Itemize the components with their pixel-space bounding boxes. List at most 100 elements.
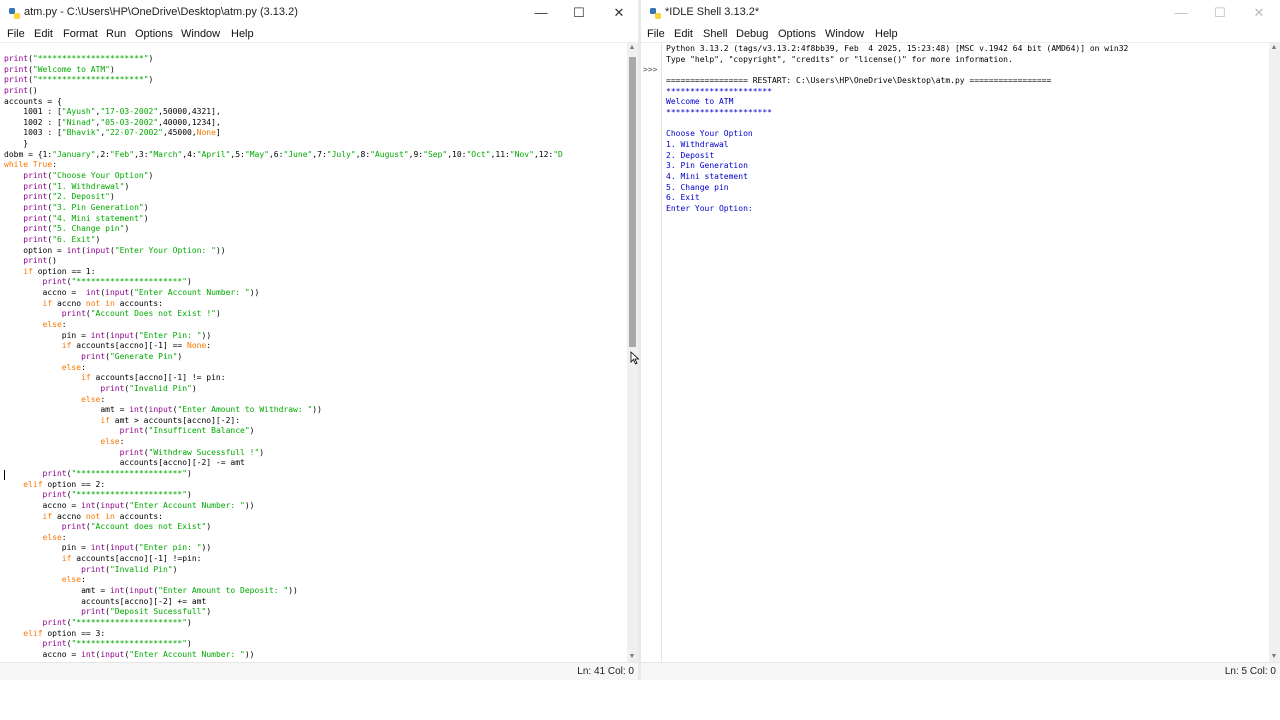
- menu-debug[interactable]: Debug: [736, 28, 768, 40]
- code-line: print(): [4, 85, 38, 95]
- code-line: amt = int(input("Enter Amount to Deposit…: [4, 586, 298, 596]
- code-line: print("Withdraw Sucessfull !"): [119, 447, 265, 457]
- shell-prompt-gutter: >>>: [641, 43, 662, 662]
- menu-options[interactable]: Options: [135, 28, 173, 40]
- code-line: accno = int(input("Enter Account Number:…: [4, 649, 255, 659]
- code-line: 1003 : ["Bhavik","22-07-2002",45000,None…: [4, 128, 221, 138]
- code-line: print("**********************"): [42, 490, 192, 500]
- menu-options[interactable]: Options: [778, 28, 816, 40]
- close-button[interactable]: ✕: [1240, 0, 1278, 26]
- code-line: elif option == 2:: [23, 479, 106, 489]
- menu-help[interactable]: Help: [231, 28, 254, 40]
- shell-blank-line: [666, 65, 1266, 76]
- code-line: print("5. Change pin"): [23, 224, 130, 234]
- scroll-thumb[interactable]: [629, 57, 636, 347]
- code-line: if accounts[accno][-1] !=pin:: [61, 554, 202, 564]
- maximize-button[interactable]: ☐: [560, 0, 598, 26]
- shell-vertical-scrollbar[interactable]: ▲ ▼: [1269, 43, 1280, 662]
- code-line: if accno not in accounts:: [42, 511, 163, 521]
- code-line: print("Account Does not Exist !"): [61, 309, 221, 319]
- scroll-down-arrow-icon[interactable]: ▼: [1269, 652, 1279, 662]
- code-line: else:: [100, 437, 125, 447]
- shell-banner-line: Python 3.13.2 (tags/v3.13.2:4f8bb39, Feb…: [666, 44, 1129, 53]
- menu-window[interactable]: Window: [825, 28, 864, 40]
- code-line: 1001 : ["Ayush","17-03-2002",50000,4321]…: [4, 107, 221, 117]
- shell-prompt: >>>: [643, 65, 658, 74]
- menu-separator: [0, 42, 638, 43]
- scroll-up-arrow-icon[interactable]: ▲: [1269, 43, 1279, 53]
- menu-edit[interactable]: Edit: [34, 28, 53, 40]
- editor-titlebar[interactable]: atm.py - C:\Users\HP\OneDrive\Desktop\at…: [0, 0, 638, 26]
- code-line: option = int(input("Enter Your Option: "…: [4, 245, 226, 255]
- code-line: print("**********************"): [42, 277, 192, 287]
- menu-run[interactable]: Run: [106, 28, 126, 40]
- editor-statusbar: Ln: 41 Col: 0: [0, 662, 638, 680]
- code-line: print("Invalid Pin"): [81, 564, 178, 574]
- code-line: print("**********************"): [42, 468, 192, 478]
- shell-menubar: File Edit Shell Debug Options Window Hel…: [641, 26, 1280, 42]
- menu-format[interactable]: Format: [63, 28, 98, 40]
- code-line: else:: [61, 575, 86, 585]
- shell-output-line: 3. Pin Generation: [666, 161, 748, 171]
- code-line: else:: [42, 532, 67, 542]
- close-button[interactable]: ✕: [600, 0, 638, 26]
- code-line: if accounts[accno][-1] != pin:: [81, 373, 226, 383]
- code-line: amt = int(input("Enter Amount to Withdra…: [4, 405, 322, 415]
- shell-output-line: 2. Deposit: [666, 150, 715, 160]
- shell-output-line: 6. Exit: [666, 193, 700, 203]
- menu-file[interactable]: File: [7, 28, 25, 40]
- shell-output[interactable]: Python 3.13.2 (tags/v3.13.2:4f8bb39, Feb…: [666, 44, 1266, 215]
- code-editor[interactable]: print("**********************") print("We…: [4, 54, 624, 661]
- code-line: accno = int(input("Enter Account Number:…: [4, 500, 255, 510]
- code-line: print("Choose Your Option"): [23, 171, 154, 181]
- minimize-button[interactable]: —: [522, 0, 560, 26]
- shell-output-line: 5. Change pin: [666, 182, 729, 192]
- menu-window[interactable]: Window: [181, 28, 220, 40]
- code-line: print("2. Deposit"): [23, 192, 115, 202]
- menu-edit[interactable]: Edit: [674, 28, 693, 40]
- code-line: print("Invalid Pin"): [100, 383, 197, 393]
- code-line: else:: [81, 394, 106, 404]
- menu-shell[interactable]: Shell: [703, 28, 727, 40]
- code-line: print("Account does not Exist"): [61, 522, 212, 532]
- text-caret: [4, 470, 5, 480]
- shell-output-line: Welcome to ATM: [666, 97, 734, 107]
- shell-titlebar[interactable]: *IDLE Shell 3.13.2* — ☐ ✕: [641, 0, 1280, 26]
- code-line: print("6. Exit"): [23, 234, 101, 244]
- code-line: print("Deposit Sucessfull"): [81, 607, 212, 617]
- menu-separator: [641, 42, 1280, 43]
- code-line: print("**********************"): [42, 639, 192, 649]
- shell-statusbar: Ln: 5 Col: 0: [641, 662, 1280, 680]
- code-line: print("**********************"): [4, 54, 154, 63]
- code-line: dobm = {1:"January",2:"Feb",3:"March",4:…: [4, 149, 563, 159]
- editor-title: atm.py - C:\Users\HP\OneDrive\Desktop\at…: [24, 6, 298, 18]
- mouse-pointer-icon: [630, 351, 640, 365]
- scroll-down-arrow-icon[interactable]: ▼: [627, 652, 637, 662]
- code-line: accounts[accno][-2] += amt: [4, 596, 207, 606]
- editor-window: atm.py - C:\Users\HP\OneDrive\Desktop\at…: [0, 0, 638, 680]
- maximize-button[interactable]: ☐: [1201, 0, 1239, 26]
- code-line: print("**********************"): [42, 617, 192, 627]
- code-line: pin = int(input("Enter pin: ")): [4, 543, 212, 553]
- code-line: print("3. Pin Generation"): [23, 202, 149, 212]
- code-line: else:: [42, 320, 67, 330]
- code-line: print("**********************"): [4, 75, 154, 85]
- shell-output-line: [666, 119, 1266, 130]
- code-line: if accno not in accounts:: [42, 298, 163, 308]
- code-line: if accounts[accno][-1] == None:: [61, 341, 212, 351]
- code-line: while True:: [4, 160, 58, 170]
- shell-window: *IDLE Shell 3.13.2* — ☐ ✕ File Edit Shel…: [641, 0, 1280, 680]
- shell-output-line: **********************: [666, 107, 772, 117]
- minimize-button[interactable]: —: [1162, 0, 1200, 26]
- code-line: 1002 : ["Ninad","05-03-2002",40000,1234]…: [4, 117, 221, 127]
- code-line: pin = int(input("Enter Pin: ")): [4, 330, 212, 340]
- code-line: if amt > accounts[accno][-2]:: [100, 415, 241, 425]
- code-line: else:: [61, 362, 86, 372]
- code-line: print("1. Withdrawal"): [23, 181, 130, 191]
- menu-file[interactable]: File: [647, 28, 665, 40]
- shell-output-line: Choose Your Option: [666, 129, 753, 139]
- shell-output-line: 4. Mini statement: [666, 171, 748, 181]
- shell-output-line: 1. Withdrawal: [666, 139, 729, 149]
- scroll-up-arrow-icon[interactable]: ▲: [627, 43, 637, 53]
- menu-help[interactable]: Help: [875, 28, 898, 40]
